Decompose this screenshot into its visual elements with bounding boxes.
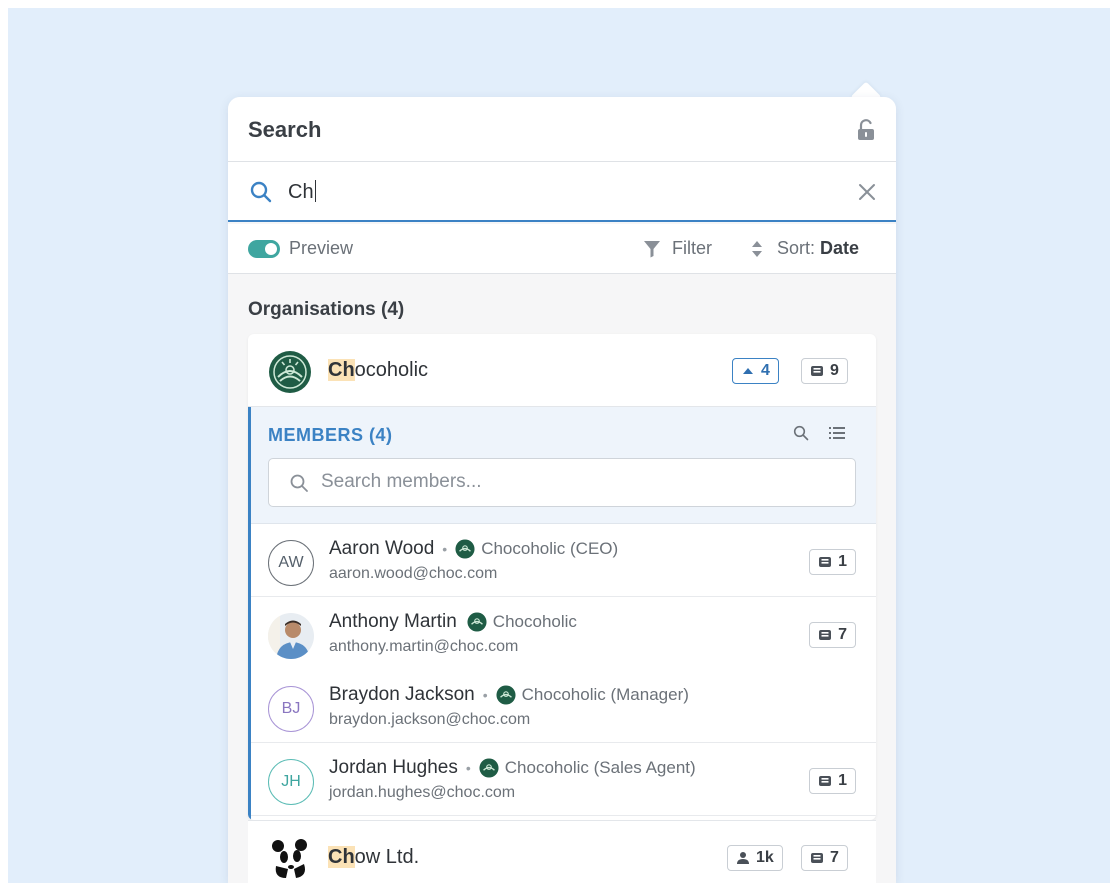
org-name-rest: ow Ltd.	[354, 846, 420, 868]
filter-icon[interactable]	[642, 239, 662, 259]
chocoholic-logo-icon	[455, 539, 475, 559]
chocoholic-logo-icon	[496, 685, 516, 705]
deals-count-chip[interactable]: 9	[801, 358, 848, 384]
inbox-icon	[819, 557, 832, 567]
member-org[interactable]: Chocoholic (Sales Agent)	[505, 758, 696, 778]
deals-count: 1	[838, 553, 847, 570]
chocoholic-logo-icon	[479, 758, 499, 778]
deals-count-chip[interactable]: 7	[809, 622, 856, 648]
member-title-line: Jordan Hughes • Chocoholic (Sales Agent)	[329, 757, 696, 779]
deals-count: 1	[838, 772, 847, 789]
avatar: AW	[268, 540, 314, 586]
member-org[interactable]: Chocoholic (CEO)	[481, 539, 618, 559]
members-title: MEMBERS (4)	[268, 425, 393, 445]
panda-logo-icon	[272, 839, 307, 878]
avatar: BJ	[268, 686, 314, 732]
member-search-input[interactable]: Search members...	[268, 458, 856, 507]
text-cursor	[314, 180, 317, 202]
preview-toggle[interactable]	[248, 240, 280, 258]
deals-count-chip[interactable]: 7	[801, 845, 848, 871]
members-count: 4	[761, 362, 770, 379]
inbox-icon	[819, 776, 832, 786]
member-search-placeholder: Search members...	[321, 471, 482, 492]
member-row[interactable]: JH Jordan Hughes • Chocoholic (Sales Age…	[251, 743, 876, 816]
deals-count: 7	[830, 849, 839, 866]
separator-dot: •	[482, 687, 488, 703]
deals-count: 9	[830, 362, 839, 379]
org-name-rest: ocoholic	[354, 359, 429, 381]
member-org[interactable]: Chocoholic	[493, 612, 577, 632]
member-title-line: Aaron Wood • Chocoholic (CEO)	[329, 538, 618, 560]
member-email: anthony.martin@choc.com	[329, 638, 519, 655]
chocoholic-logo-icon	[269, 351, 311, 393]
filter-button[interactable]: Filter	[672, 238, 712, 259]
org-row[interactable]: Chocoholic 4 9	[248, 334, 876, 407]
member-name[interactable]: Jordan Hughes	[329, 757, 458, 779]
close-icon[interactable]	[856, 181, 878, 203]
inbox-icon	[819, 630, 832, 640]
search-title: Search	[248, 117, 322, 142]
separator-dot: •	[442, 541, 448, 557]
deals-count-chip[interactable]: 1	[809, 549, 856, 575]
members-panel: MEMBERS (4) Search members... AW Aaron W…	[248, 407, 876, 820]
deals-count-chip[interactable]: 1	[809, 768, 856, 794]
org-card-chocoholic: Chocoholic 4 9 MEMBERS (4) Search member…	[248, 334, 876, 820]
inbox-icon	[811, 853, 823, 863]
section-title-organisations: Organisations (4)	[248, 299, 405, 320]
member-row[interactable]: Anthony Martin Chocoholic anthony.martin…	[251, 597, 876, 670]
match-highlight: Ch	[328, 846, 355, 868]
deals-count: 7	[838, 626, 847, 643]
member-title-line: Braydon Jackson • Chocoholic (Manager)	[329, 684, 689, 706]
chocoholic-logo-icon	[467, 612, 487, 632]
sort-prefix: Sort:	[777, 238, 816, 258]
search-header: Search	[228, 97, 896, 162]
member-row[interactable]: BJ Braydon Jackson • Chocoholic (Manager…	[251, 670, 876, 743]
search-icon	[250, 181, 272, 203]
preview-label: Preview	[289, 238, 354, 258]
org-row-chow[interactable]: Chow Ltd. 1k 7	[248, 820, 876, 883]
avatar-photo	[268, 613, 314, 659]
members-header: MEMBERS (4) Search members...	[251, 407, 876, 524]
search-input[interactable]: Ch	[288, 180, 317, 204]
member-title-line: Anthony Martin Chocoholic	[329, 611, 577, 633]
org-name[interactable]: Chow Ltd.	[328, 846, 419, 869]
org-name[interactable]: Chocoholic	[328, 359, 428, 382]
avatar: JH	[268, 759, 314, 805]
sort-icon	[752, 241, 762, 257]
unlock-icon[interactable]	[856, 119, 876, 141]
member-email: aaron.wood@choc.com	[329, 565, 498, 582]
search-toolbar: Preview Filter Sort: Date	[228, 224, 896, 274]
match-highlight: Ch	[328, 359, 355, 381]
member-name[interactable]: Braydon Jackson	[329, 684, 475, 706]
sort-value: Date	[820, 238, 860, 258]
caret-up-icon	[743, 368, 753, 374]
search-icon[interactable]	[793, 425, 809, 441]
separator-dot: •	[465, 760, 471, 776]
inbox-icon	[811, 366, 823, 376]
people-count-chip[interactable]: 1k	[727, 845, 783, 871]
sort-button[interactable]: Sort: Date	[777, 238, 859, 259]
member-name[interactable]: Anthony Martin	[329, 611, 457, 633]
person-icon	[737, 852, 749, 864]
member-org[interactable]: Chocoholic (Manager)	[522, 685, 689, 705]
list-icon[interactable]	[829, 426, 845, 440]
search-popover: Search Ch Preview Filter Sort:Date Orga	[228, 97, 896, 883]
member-row[interactable]: AW Aaron Wood • Chocoholic (CEO) aaron.w…	[251, 524, 876, 597]
member-email: braydon.jackson@choc.com	[329, 711, 531, 728]
members-count-chip[interactable]: 4	[732, 358, 779, 384]
search-bar[interactable]: Ch	[228, 162, 896, 222]
people-count: 1k	[756, 849, 774, 866]
member-email: jordan.hughes@choc.com	[329, 784, 516, 801]
search-query-text: Ch	[288, 181, 314, 203]
member-name[interactable]: Aaron Wood	[329, 538, 434, 560]
search-icon	[290, 474, 308, 492]
